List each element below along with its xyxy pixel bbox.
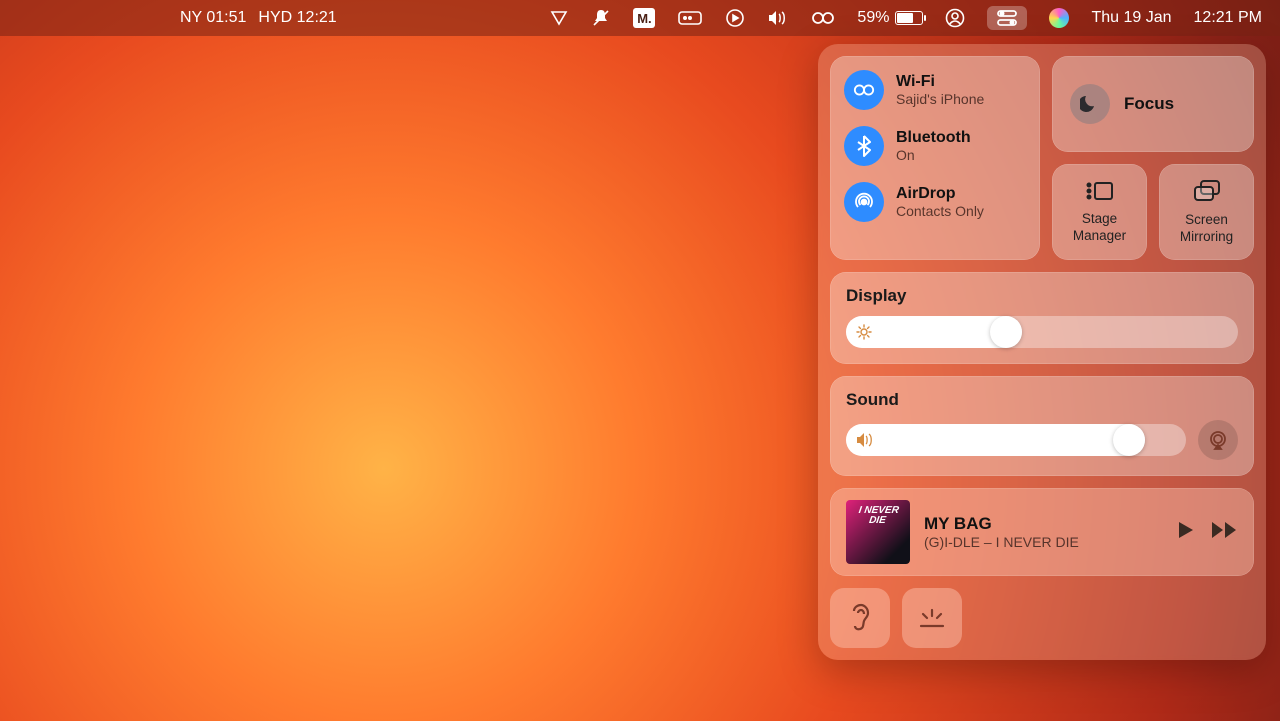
keyboard-brightness-icon [917,607,947,629]
volume-slider[interactable] [846,424,1186,456]
sound-tile: Sound [830,376,1254,476]
ear-icon [847,603,873,633]
menubar-app-box-icon[interactable] [677,9,703,27]
next-track-button[interactable] [1210,519,1238,546]
bluetooth-icon [844,126,884,166]
now-playing-tile[interactable]: I NEVER DIE MY BAG (G)I-DLE – I NEVER DI… [830,488,1254,576]
bluetooth-title: Bluetooth [896,129,971,147]
display-tile: Display [830,272,1254,364]
menubar-app-m-icon[interactable]: M. [633,8,655,28]
volume-icon[interactable] [767,9,789,27]
brightness-slider[interactable] [846,316,1238,348]
bluetooth-subtitle: On [896,147,971,163]
sound-heading: Sound [846,390,1238,410]
battery-percent-label: 59% [857,9,889,27]
keyboard-brightness-tile[interactable] [902,588,962,648]
stage-manager-tile[interactable]: Stage Manager [1052,164,1147,260]
airdrop-subtitle: Contacts Only [896,203,984,219]
play-circle-icon[interactable] [725,8,745,28]
connectivity-tile: Wi-Fi Sajid's iPhone Bluetooth On AirD [830,56,1040,260]
album-art: I NEVER DIE [846,500,910,564]
menubar-app-icon-1[interactable] [549,9,569,27]
siri-icon[interactable] [1049,8,1069,28]
battery-status[interactable]: 59% [857,9,923,27]
world-clock-hyd[interactable]: HYD 12:21 [258,9,336,27]
wifi-toggle[interactable]: Wi-Fi Sajid's iPhone [844,70,1026,110]
accessibility-hearing-tile[interactable] [830,588,890,648]
display-heading: Display [846,286,1238,306]
play-button[interactable] [1174,519,1196,546]
bluetooth-toggle[interactable]: Bluetooth On [844,126,1026,166]
track-subtitle: (G)I-DLE – I NEVER DIE [924,534,1079,550]
screen-mirroring-label: Screen Mirroring [1180,212,1233,244]
screen-mirroring-tile[interactable]: Screen Mirroring [1159,164,1254,260]
hotspot-link-icon[interactable] [811,11,835,25]
airplay-audio-button[interactable] [1198,420,1238,460]
stage-manager-icon [1085,180,1115,207]
airdrop-toggle[interactable]: AirDrop Contacts Only [844,182,1026,222]
wifi-icon [844,70,884,110]
moon-icon [1070,84,1110,124]
brightness-icon [856,324,872,340]
control-center-panel: Wi-Fi Sajid's iPhone Bluetooth On AirD [818,44,1266,660]
screen-mirroring-icon [1192,179,1222,208]
control-center-menubar-icon[interactable] [987,6,1027,30]
focus-title: Focus [1124,94,1174,114]
wifi-title: Wi-Fi [896,73,984,91]
stage-manager-label: Stage Manager [1073,211,1126,243]
notification-off-icon[interactable] [591,8,611,28]
wifi-subtitle: Sajid's iPhone [896,91,984,107]
menubar: NY 01:51 HYD 12:21 M. 59% Thu 19 Jan 12:… [0,0,1280,36]
focus-tile[interactable]: Focus [1052,56,1254,152]
menubar-time[interactable]: 12:21 PM [1194,9,1262,27]
user-account-icon[interactable] [945,8,965,28]
world-clock-ny[interactable]: NY 01:51 [180,9,246,27]
airdrop-icon [844,182,884,222]
sound-slider-icon [856,432,874,448]
menubar-date[interactable]: Thu 19 Jan [1091,9,1171,27]
battery-icon [895,11,923,25]
track-title: MY BAG [924,514,1079,534]
airdrop-title: AirDrop [896,185,984,203]
